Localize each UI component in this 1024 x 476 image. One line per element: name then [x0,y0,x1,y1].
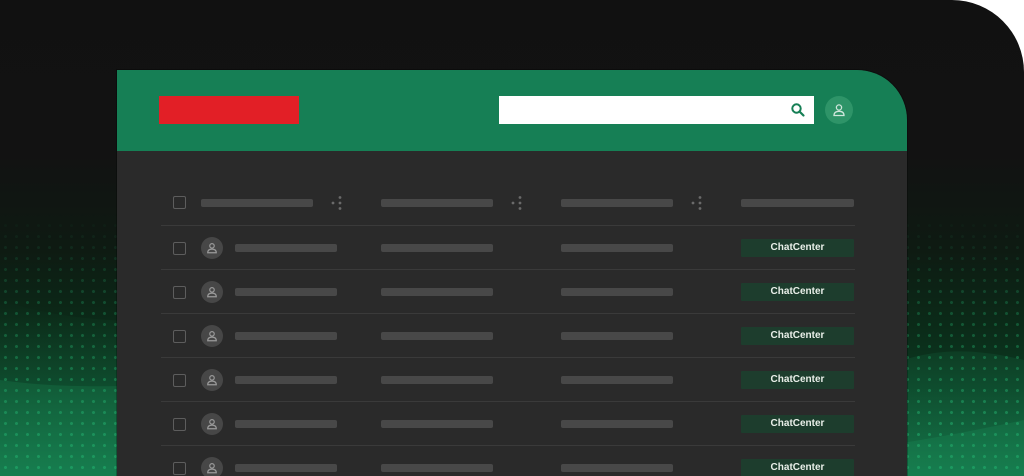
cell-placeholder [381,376,493,384]
chatcenter-tag[interactable]: ChatCenter [741,239,854,257]
table-row[interactable]: ChatCenter [161,314,855,358]
cell-placeholder [561,464,673,472]
cell-placeholder [561,332,673,340]
cell-placeholder [381,288,493,296]
cell-placeholder [561,376,673,384]
table-row[interactable]: ChatCenter [161,446,855,476]
app-window: ChatCenter ChatCenter ChatCenter ChatCen… [117,70,907,476]
chatcenter-tag[interactable]: ChatCenter [741,371,854,389]
column-header-placeholder [201,199,313,207]
cell-placeholder [235,244,337,252]
avatar [201,281,223,303]
profile-button[interactable] [825,96,853,124]
avatar [201,369,223,391]
chatcenter-tag[interactable]: ChatCenter [741,459,854,476]
sort-icon[interactable] [691,195,703,211]
table-row[interactable]: ChatCenter [161,270,855,314]
row-checkbox[interactable] [173,418,186,431]
user-icon [207,375,217,386]
column-header-placeholder [561,199,673,207]
sort-icon[interactable] [331,195,343,211]
user-icon [207,419,217,430]
table-row[interactable]: ChatCenter [161,402,855,446]
cell-placeholder [235,332,337,340]
table-row[interactable]: ChatCenter [161,358,855,402]
cell-placeholder [381,420,493,428]
search-input[interactable] [499,96,779,124]
cell-placeholder [381,244,493,252]
cell-placeholder [235,464,337,472]
cell-placeholder [235,288,337,296]
avatar [201,237,223,259]
avatar [201,413,223,435]
cell-placeholder [561,288,673,296]
chatcenter-tag[interactable]: ChatCenter [741,327,854,345]
search-icon[interactable] [790,102,806,118]
row-checkbox[interactable] [173,330,186,343]
avatar [201,457,223,476]
promo-stage: ChatCenter ChatCenter ChatCenter ChatCen… [0,0,1024,476]
cell-placeholder [561,420,673,428]
column-header-placeholder [741,199,854,207]
brand-logo[interactable] [159,96,299,124]
search-box [499,96,814,124]
chatcenter-tag[interactable]: ChatCenter [741,415,854,433]
column-header-placeholder [381,199,493,207]
sort-icon[interactable] [511,195,523,211]
user-icon [207,331,217,342]
user-icon [207,243,217,254]
user-icon [207,463,217,474]
cell-placeholder [235,376,337,384]
cell-placeholder [561,244,673,252]
avatar [201,325,223,347]
select-all-checkbox[interactable] [173,196,186,209]
row-checkbox[interactable] [173,462,186,475]
table-row[interactable]: ChatCenter [161,226,855,270]
row-checkbox[interactable] [173,286,186,299]
user-icon [833,104,845,117]
cell-placeholder [381,464,493,472]
cell-placeholder [381,332,493,340]
app-header [117,70,907,151]
cell-placeholder [235,420,337,428]
chatcenter-tag[interactable]: ChatCenter [741,283,854,301]
table-header-row [161,180,855,226]
user-icon [207,287,217,298]
row-checkbox[interactable] [173,242,186,255]
row-checkbox[interactable] [173,374,186,387]
